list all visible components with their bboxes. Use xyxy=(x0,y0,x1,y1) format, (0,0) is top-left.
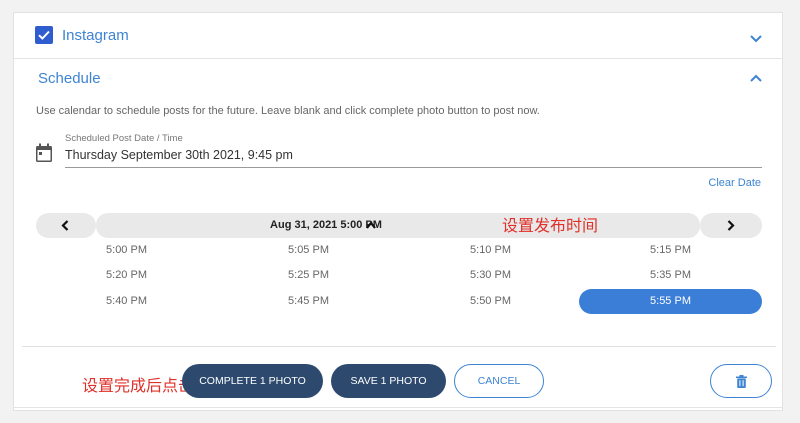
schedule-title[interactable]: Schedule xyxy=(38,70,101,87)
post-settings-panel: Instagram Schedule Use calendar to sched… xyxy=(13,12,783,411)
clear-date-link[interactable]: Clear Date xyxy=(708,177,761,189)
time-slot[interactable]: 5:05 PM xyxy=(217,238,400,263)
time-slot[interactable]: 5:35 PM xyxy=(579,263,762,288)
scheduled-date-label: Scheduled Post Date / Time xyxy=(65,133,183,144)
annotation-set-time: 设置发布时间 xyxy=(502,218,599,235)
time-slot[interactable]: 5:15 PM xyxy=(579,238,762,263)
chevron-down-icon[interactable] xyxy=(749,34,763,44)
time-slot[interactable]: 5:10 PM xyxy=(399,238,582,263)
instagram-row[interactable]: Instagram xyxy=(14,13,782,59)
section-divider xyxy=(22,346,776,347)
annotation-after-set: 设置完成后点击 xyxy=(82,378,195,395)
delete-button[interactable] xyxy=(710,364,772,398)
prev-button[interactable] xyxy=(36,213,96,238)
time-slot[interactable]: 5:25 PM xyxy=(217,263,400,288)
scheduled-date-input[interactable]: Thursday September 30th 2021, 9:45 pm xyxy=(65,148,293,162)
caret-up-icon xyxy=(366,221,376,229)
schedule-help-text: Use calendar to schedule posts for the f… xyxy=(36,105,540,117)
complete-photo-button[interactable]: COMPLETE 1 PHOTO xyxy=(182,364,323,398)
checkbox-checked-icon[interactable] xyxy=(35,26,53,44)
field-underline xyxy=(65,167,762,168)
bottom-divider xyxy=(14,407,782,408)
time-picker-header[interactable]: Aug 31, 2021 5:00 PM xyxy=(96,213,700,238)
save-photo-button[interactable]: SAVE 1 PHOTO xyxy=(331,364,446,398)
time-slot[interactable]: 5:00 PM xyxy=(35,238,218,263)
time-slot[interactable]: 5:30 PM xyxy=(399,263,582,288)
time-slot[interactable]: 5:20 PM xyxy=(35,263,218,288)
instagram-label: Instagram xyxy=(62,27,129,44)
time-picker-header-label: Aug 31, 2021 5:00 PM xyxy=(270,219,382,231)
time-slot[interactable]: 5:50 PM xyxy=(399,289,582,314)
calendar-icon xyxy=(36,143,52,162)
chevron-left-icon xyxy=(61,220,69,231)
chevron-up-icon[interactable] xyxy=(749,73,763,83)
cancel-button[interactable]: CANCEL xyxy=(454,364,544,398)
time-slot[interactable]: 5:45 PM xyxy=(217,289,400,314)
trash-icon xyxy=(736,375,747,388)
time-slot-selected[interactable]: 5:55 PM xyxy=(579,289,762,314)
time-slot[interactable]: 5:40 PM xyxy=(35,289,218,314)
chevron-right-icon xyxy=(727,220,735,231)
next-button[interactable] xyxy=(700,213,762,238)
